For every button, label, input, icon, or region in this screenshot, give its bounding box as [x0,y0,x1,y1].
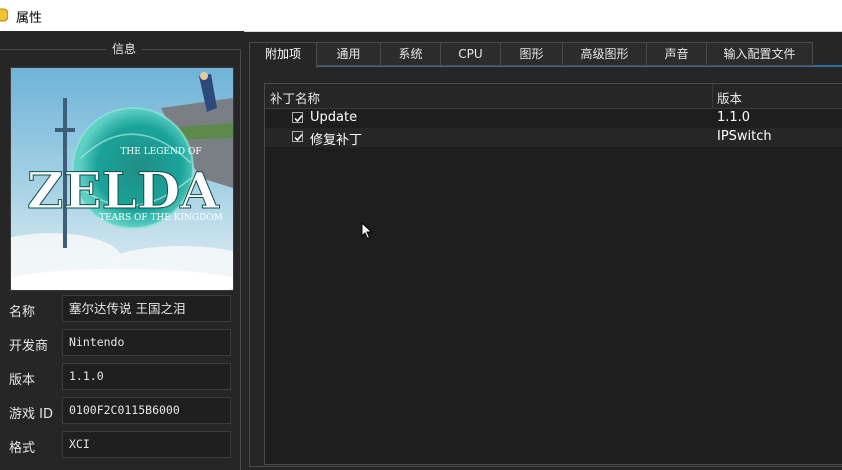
tab-graphics[interactable]: 图形 [500,42,563,66]
info-panel: 信息 THE LEGEND OF ZELDA TEARS OF THE KING… [0,31,244,470]
tab-system[interactable]: 系统 [380,42,441,66]
tab-addons[interactable]: 附加项 [249,42,317,68]
version-label: 版本 [9,373,36,388]
game-id-label: 游戏 ID [9,407,53,422]
tab-audio[interactable]: 声音 [646,42,707,66]
window-title: 属性 [16,11,43,26]
window-titlebar: 属性 [0,0,842,32]
column-header-patch-name[interactable]: 补丁名称 [270,88,320,107]
info-legend: 信息 [106,40,143,57]
developer-label: 开发商 [9,339,49,354]
name-label: 名称 [9,305,36,320]
format-field[interactable]: XCI [62,431,231,458]
addons-list: 补丁名称 版本 Update 1.1.0 修复补丁 IPSwitch [264,83,842,465]
column-separator[interactable] [712,84,713,108]
mouse-cursor-icon [361,222,373,240]
tab-cpu[interactable]: CPU [440,42,501,66]
cover-title-bottom: TEARS OF THE KINGDOM [99,213,223,223]
game-id-field[interactable]: 0100F2C0115B6000 [62,397,231,424]
addon-name: Update [310,110,358,125]
addon-version: IPSwitch [717,129,772,144]
version-field[interactable]: 1.1.0 [62,363,231,390]
tab-general[interactable]: 通用 [316,42,381,66]
addon-checkbox-update[interactable] [292,112,303,123]
format-label: 格式 [9,441,36,456]
tab-advanced-graphics[interactable]: 高级图形 [562,42,647,66]
name-field[interactable]: 塞尔达传说 王国之泪 [62,295,231,322]
addons-list-header: 补丁名称 版本 [265,84,842,109]
cover-title-top: THE LEGEND OF [120,147,201,157]
cover-title-main: ZELDA [27,161,220,220]
tab-input-profiles[interactable]: 输入配置文件 [706,42,813,66]
developer-field[interactable]: Nintendo [62,329,231,356]
addon-version: 1.1.0 [717,110,751,125]
addon-checkbox-fix-patch[interactable] [292,131,303,142]
checkmark-icon [294,115,303,123]
addon-row-update[interactable]: Update 1.1.0 [265,109,842,128]
app-icon [0,8,8,22]
checkmark-icon [294,134,303,142]
addon-row-fix-patch[interactable]: 修复补丁 IPSwitch [265,128,842,148]
game-cover-image: THE LEGEND OF ZELDA TEARS OF THE KINGDOM [10,67,234,291]
addon-name: 修复补丁 [310,133,363,148]
column-header-version[interactable]: 版本 [717,88,742,107]
